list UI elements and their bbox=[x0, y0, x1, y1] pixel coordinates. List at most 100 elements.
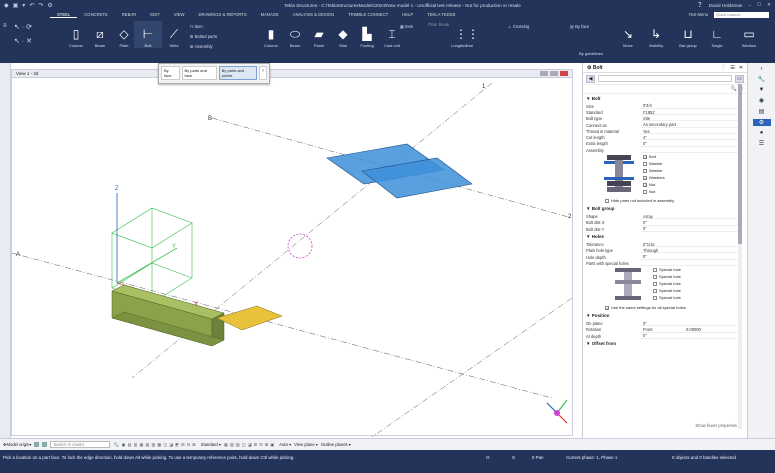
ribbon-by-guidelines-button[interactable]: By guidelines bbox=[575, 37, 607, 56]
save-dropdown-icon[interactable]: ▾ bbox=[22, 2, 25, 9]
panel-back-button[interactable]: ◀ bbox=[586, 74, 595, 83]
viewport-close-button[interactable] bbox=[560, 71, 568, 76]
snap-icon[interactable] bbox=[34, 442, 40, 447]
ribbon-assembly-link[interactable]: ⊞ Assembly bbox=[190, 44, 213, 49]
test-menu[interactable]: Test Menu bbox=[689, 12, 708, 17]
layers-icon[interactable]: ▤ bbox=[759, 108, 765, 115]
ribbon-move-button[interactable]: ↘ Move bbox=[614, 21, 642, 48]
ribbon-floor-break-link[interactable]: Floor break bbox=[428, 22, 449, 27]
tab-help[interactable]: HELP bbox=[395, 12, 420, 17]
tab-concrete[interactable]: CONCRETE bbox=[77, 12, 115, 17]
model-viewport[interactable]: View 1 - 3d 1 B A 2 Z Y bbox=[11, 69, 573, 437]
tab-analysis-design[interactable]: ANALYSIS & DESIGN bbox=[286, 12, 341, 17]
tab-rebar[interactable]: REBAR bbox=[115, 12, 143, 17]
ribbon-footing-button[interactable]: ▙ Footing bbox=[353, 21, 381, 48]
special-hole-checkbox[interactable]: Special hole bbox=[653, 273, 681, 280]
ribbon-window-button[interactable]: ▭ Window bbox=[735, 21, 763, 48]
tab-trimble-connect[interactable]: TRIMBLE CONNECT bbox=[341, 12, 395, 17]
selection-switches-icon[interactable]: ▦▧▨◫◪⊞⊟⊠▣ bbox=[224, 442, 276, 447]
bolt-placement-marker[interactable] bbox=[287, 233, 313, 259]
bolt-group-property-value[interactable]: 0" bbox=[641, 220, 741, 226]
snap-switches-icon[interactable]: ▣▤▥▦▧▨▩◫◪◩⊞⊟⊠ bbox=[122, 442, 198, 447]
standard-select[interactable]: Standard ▾ bbox=[201, 442, 221, 447]
panel-list-icon[interactable]: ☰ bbox=[730, 65, 734, 71]
bolt-property-value[interactable]: 0'3/4 bbox=[641, 103, 741, 109]
flyout-help-icon[interactable]: ? bbox=[258, 66, 267, 80]
assembly-checkbox[interactable]: Washer bbox=[643, 167, 665, 174]
model-search-input[interactable]: Search in model bbox=[50, 441, 111, 448]
assembly-checkbox[interactable]: Washer bbox=[643, 160, 665, 167]
properties-icon[interactable]: ⚙ bbox=[752, 119, 771, 126]
ribbon-longitudinal-button[interactable]: ⋮⋮ Longitudinal bbox=[448, 21, 479, 48]
hole-property-value[interactable]: Through bbox=[641, 247, 741, 254]
bolt-property-value[interactable]: 0" bbox=[641, 141, 741, 147]
filter-icon[interactable]: ▼ bbox=[759, 87, 765, 93]
special-hole-checkbox[interactable]: Special hole bbox=[653, 266, 681, 273]
position-property-value[interactable]: Front 0.00000 bbox=[641, 327, 741, 333]
user-name[interactable]: David Holdsman bbox=[709, 3, 743, 8]
bolt-property-value[interactable] bbox=[641, 147, 741, 153]
section-holes[interactable]: ▼ Holes bbox=[583, 232, 747, 241]
position-property-value[interactable]: 0" bbox=[641, 333, 741, 339]
panel-settings-icon[interactable]: ⚙ bbox=[587, 65, 591, 71]
special-hole-checkbox[interactable]: Special hole bbox=[653, 287, 681, 294]
ribbon-crossing-link[interactable]: ⊥ Crossing bbox=[508, 24, 529, 29]
tab-drawings-reports[interactable]: DRAWINGS & REPORTS bbox=[191, 12, 253, 17]
option-by-parts-and-face[interactable]: By parts and face bbox=[181, 66, 217, 80]
special-hole-checkbox[interactable]: Special hole bbox=[653, 280, 681, 287]
panel-help-icon[interactable]: ❔ bbox=[720, 65, 726, 71]
ribbon-collapse-icon[interactable]: ≡ bbox=[3, 23, 7, 29]
minimize-button[interactable]: – bbox=[748, 3, 751, 8]
panel-search-icon[interactable]: 🔍 bbox=[731, 86, 737, 92]
bolt-property-value[interactable]: Site bbox=[641, 116, 741, 122]
snap-tool-icon[interactable]: ↖ · ✕ bbox=[14, 37, 32, 45]
undo-icon[interactable]: ↶ bbox=[29, 2, 34, 9]
auto-select[interactable]: Auto ▾ bbox=[279, 442, 291, 447]
ribbon-bolt-button[interactable]: ⊢ Bolt bbox=[134, 21, 162, 48]
help-icon[interactable]: ❔ bbox=[697, 2, 703, 8]
quick-launch-input[interactable]: Quick Launch bbox=[714, 11, 769, 18]
tab-view[interactable]: VIEW bbox=[167, 12, 192, 17]
panel-scroll-thumb[interactable] bbox=[738, 84, 742, 244]
option-by-parts-and-points[interactable]: By parts and points bbox=[218, 66, 257, 80]
ribbon-by-face-link[interactable]: ▤ By face bbox=[570, 24, 589, 29]
list-icon[interactable]: ☰ bbox=[759, 140, 764, 147]
hole-property-value[interactable] bbox=[641, 261, 741, 267]
ribbon-item-link[interactable]: ⊓ Item bbox=[190, 24, 203, 29]
option-by-face[interactable]: By face bbox=[161, 66, 180, 80]
section-position[interactable]: ▼ Position bbox=[583, 311, 747, 320]
rotation-offset-value[interactable]: 0.00000 bbox=[686, 327, 701, 333]
ribbon-visibility-button[interactable]: ↳ Visibility bbox=[642, 21, 670, 48]
bolt-group-property-value[interactable]: Array bbox=[641, 213, 741, 220]
object-icon[interactable]: ◉ bbox=[759, 97, 764, 104]
section-bolt[interactable]: ▼ Bolt bbox=[583, 94, 747, 103]
view-cube[interactable] bbox=[546, 399, 568, 424]
hide-parts-checkbox[interactable]: Hide parts not included in assembly bbox=[583, 197, 747, 204]
save-icon[interactable]: ▣ bbox=[13, 2, 19, 9]
outline-planes-select[interactable]: Outline planes ▾ bbox=[321, 442, 351, 447]
tab-steel[interactable]: STEEL bbox=[50, 12, 78, 18]
panel-settings-select[interactable] bbox=[598, 75, 732, 82]
ribbon-item2-link[interactable]: ▦ Item bbox=[400, 24, 413, 29]
bolt-property-value[interactable]: 4" bbox=[641, 135, 741, 141]
assembly-checkbox[interactable]: ✓ Bolt bbox=[643, 153, 665, 160]
tab-manage[interactable]: MANAGE bbox=[254, 12, 286, 17]
steel-beam[interactable] bbox=[111, 284, 225, 347]
search-icon[interactable]: 🔍 bbox=[113, 442, 118, 448]
ribbon-weld-button[interactable]: ⟋ Weld bbox=[160, 21, 188, 48]
ribbon-single-button[interactable]: ∟ Single bbox=[703, 21, 731, 48]
show-fewer-properties-link[interactable]: Show fewer properties bbox=[695, 423, 737, 428]
special-hole-checkbox[interactable]: Special hole bbox=[653, 294, 681, 301]
panel-close-icon[interactable]: ✕ bbox=[739, 65, 743, 71]
hole-property-value[interactable]: 0"1/16 bbox=[641, 242, 741, 248]
snap2-icon[interactable] bbox=[42, 442, 48, 447]
bolt-property-value[interactable]: F1852 bbox=[641, 109, 741, 116]
palette-icon[interactable]: ● bbox=[760, 130, 764, 136]
view-plane-select[interactable]: View plane ▾ bbox=[294, 442, 318, 447]
assembly-checkbox[interactable]: ✓ Nut bbox=[643, 181, 665, 188]
ribbon-bolted-parts-link[interactable]: ⊞ Bolted parts bbox=[190, 34, 217, 39]
viewport-maximize-button[interactable] bbox=[550, 71, 558, 76]
viewport-minimize-button[interactable] bbox=[540, 71, 548, 76]
maximize-button[interactable]: ☐ bbox=[757, 2, 761, 8]
panel-scrollbar[interactable] bbox=[738, 84, 742, 429]
